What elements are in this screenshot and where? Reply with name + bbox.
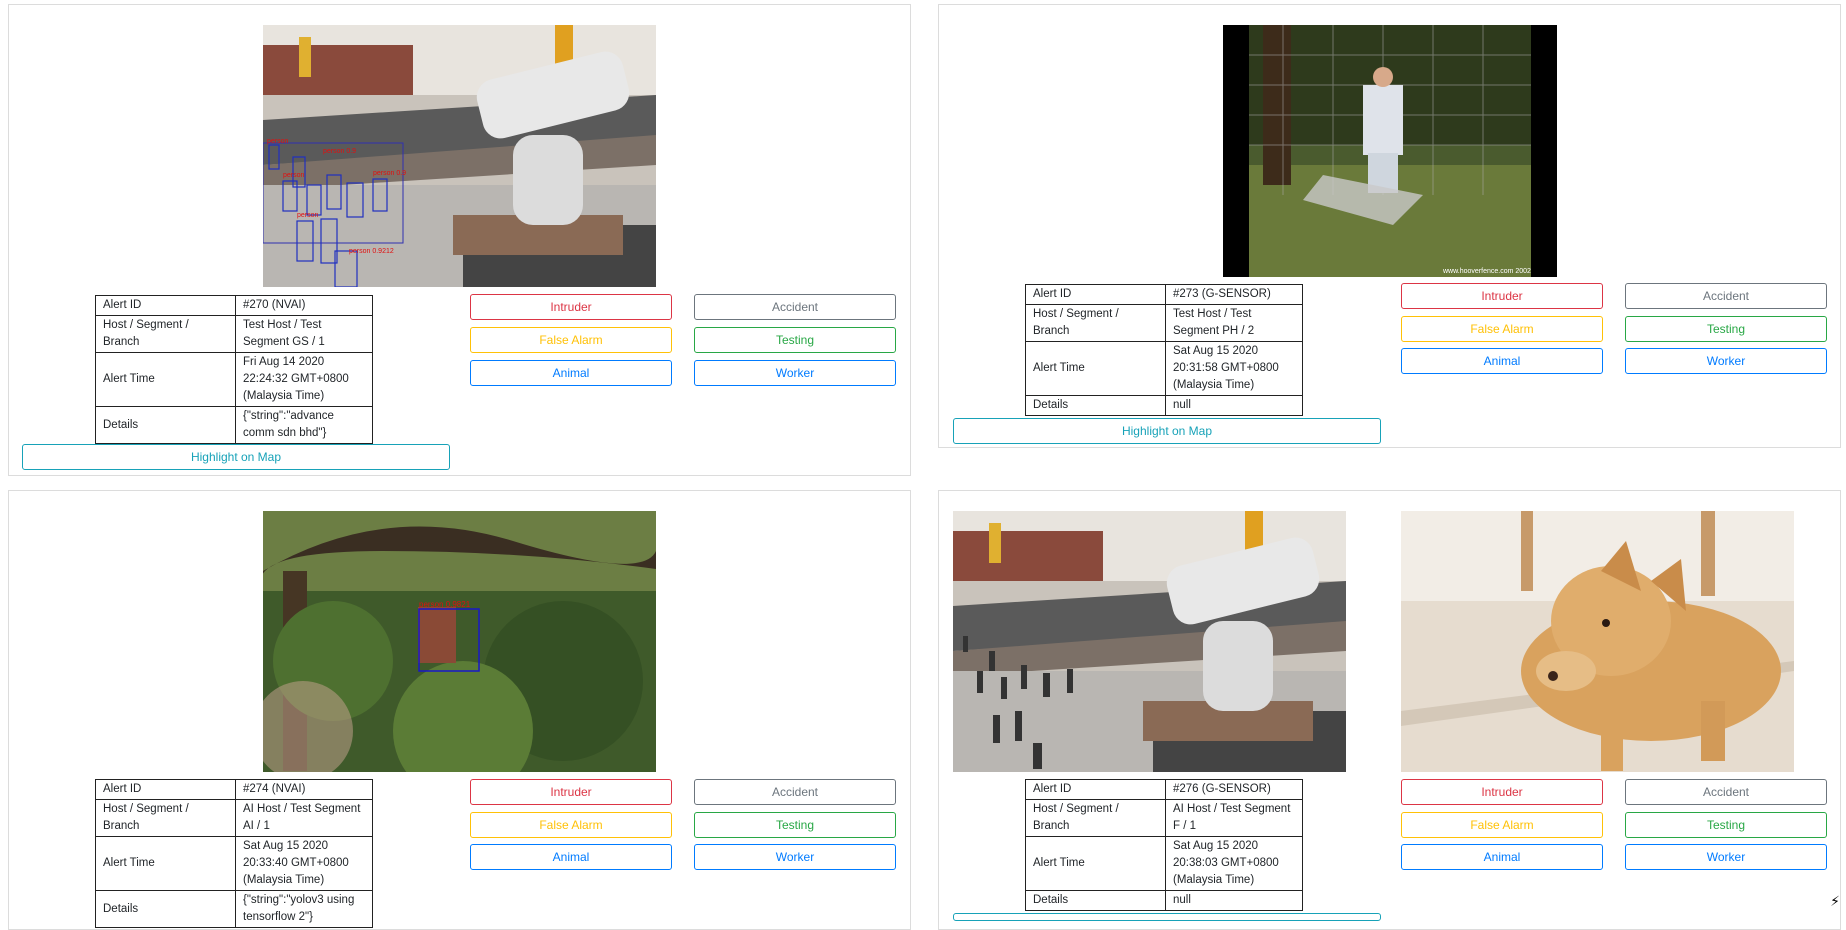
accident-button[interactable]: Accident xyxy=(694,779,896,805)
alert-card-274: person 0.9821 Alert ID #274 (NVAI) Host /… xyxy=(8,490,911,930)
alert-time-label: Alert Time xyxy=(1025,341,1166,396)
bolt-icon[interactable]: ⚡ xyxy=(1830,893,1840,910)
host-value: AI Host / Test Segment F / 1 xyxy=(1165,799,1303,837)
intruder-button[interactable]: Intruder xyxy=(1401,779,1603,805)
testing-button[interactable]: Testing xyxy=(1625,316,1827,342)
alert-time-value: Sat Aug 15 2020 20:31:58 GMT+0800 (Malay… xyxy=(1165,341,1303,396)
highlight-on-map-button[interactable]: Highlight on Map xyxy=(953,418,1381,444)
alert-image-cctv xyxy=(953,511,1346,772)
details-value: null xyxy=(1165,890,1303,911)
false-alarm-button[interactable]: False Alarm xyxy=(1401,316,1603,342)
alert-id-label: Alert ID xyxy=(1025,284,1166,305)
details-value: null xyxy=(1165,395,1303,416)
details-label: Details xyxy=(1025,890,1166,911)
alert-id-label: Alert ID xyxy=(1025,779,1166,800)
alert-time-label: Alert Time xyxy=(1025,836,1166,891)
details-value: {"string":"yolov3 using tensorflow 2"} xyxy=(235,890,373,928)
false-alarm-button[interactable]: False Alarm xyxy=(470,327,672,353)
svg-text:person 0.9: person 0.9 xyxy=(373,170,406,177)
false-alarm-button[interactable]: False Alarm xyxy=(1401,812,1603,838)
svg-text:person 0.9212: person 0.9212 xyxy=(349,248,394,255)
animal-button[interactable]: Animal xyxy=(1401,348,1603,374)
alert-id-label: Alert ID xyxy=(95,779,236,800)
svg-text:person 0.9821: person 0.9821 xyxy=(419,600,471,609)
svg-text:www.hooverfence.com 2002: www.hooverfence.com 2002 xyxy=(1442,268,1531,275)
svg-text:person: person xyxy=(283,172,305,179)
alert-time-value: Sat Aug 15 2020 20:38:03 GMT+0800 (Malay… xyxy=(1165,836,1303,891)
accident-button[interactable]: Accident xyxy=(1625,779,1827,805)
alert-id-label: Alert ID xyxy=(95,295,236,316)
alert-time-value: Sat Aug 15 2020 20:33:40 GMT+0800 (Malay… xyxy=(235,836,373,891)
host-value: Test Host / Test Segment PH / 2 xyxy=(1165,304,1303,342)
details-label: Details xyxy=(95,406,236,444)
alert-info-table: Alert ID #273 (G-SENSOR) Host / Segment /… xyxy=(1025,284,1303,416)
svg-text:person: person xyxy=(297,212,319,219)
alert-image-dog xyxy=(1401,511,1794,772)
details-label: Details xyxy=(1025,395,1166,416)
testing-button[interactable]: Testing xyxy=(1625,812,1827,838)
intruder-button[interactable]: Intruder xyxy=(470,779,672,805)
details-value: {"string":"advance comm sdn bhd"} xyxy=(235,406,373,444)
details-label: Details xyxy=(95,890,236,928)
animal-button[interactable]: Animal xyxy=(470,360,672,386)
alert-time-label: Alert Time xyxy=(95,836,236,891)
testing-button[interactable]: Testing xyxy=(694,812,896,838)
alert-card-276: Alert ID #276 (G-SENSOR) Host / Segment /… xyxy=(938,490,1841,930)
intruder-button[interactable]: Intruder xyxy=(470,294,672,320)
worker-button[interactable]: Worker xyxy=(694,844,896,870)
highlight-on-map-button[interactable]: Highlight on Map xyxy=(22,444,450,470)
worker-button[interactable]: Worker xyxy=(694,360,896,386)
alert-info-table: Alert ID #274 (NVAI) Host / Segment / Bra… xyxy=(95,779,373,928)
alert-card-270: person person 0.9 person person 0.9 person… xyxy=(8,4,911,476)
accident-button[interactable]: Accident xyxy=(694,294,896,320)
accident-button[interactable]: Accident xyxy=(1625,283,1827,309)
worker-button[interactable]: Worker xyxy=(1625,844,1827,870)
alert-id-value: #270 (NVAI) xyxy=(235,295,373,316)
host-value: AI Host / Test Segment AI / 1 xyxy=(235,799,373,837)
alert-info-table: Alert ID #270 (NVAI) Host / Segment / Bra… xyxy=(95,295,373,444)
animal-button[interactable]: Animal xyxy=(1401,844,1603,870)
alert-card-273: www.hooverfence.com 2002 Alert ID #273 (G… xyxy=(938,4,1841,448)
alert-image-fence: www.hooverfence.com 2002 xyxy=(1223,25,1557,277)
alert-image-cctv-detection: person person 0.9 person person 0.9 person… xyxy=(263,25,656,287)
animal-button[interactable]: Animal xyxy=(470,844,672,870)
svg-text:person: person xyxy=(267,138,289,145)
svg-text:person 0.9: person 0.9 xyxy=(323,148,356,155)
alert-id-value: #276 (G-SENSOR) xyxy=(1165,779,1303,800)
alert-time-label: Alert Time xyxy=(95,352,236,407)
host-value: Test Host / Test Segment GS / 1 xyxy=(235,315,373,353)
alert-image-jungle-detection: person 0.9821 xyxy=(263,511,656,772)
host-label: Host / Segment / Branch xyxy=(95,799,236,837)
alert-id-value: #274 (NVAI) xyxy=(235,779,373,800)
alert-id-value: #273 (G-SENSOR) xyxy=(1165,284,1303,305)
host-label: Host / Segment / Branch xyxy=(1025,799,1166,837)
host-label: Host / Segment / Branch xyxy=(95,315,236,353)
alert-info-table: Alert ID #276 (G-SENSOR) Host / Segment /… xyxy=(1025,779,1303,911)
alert-time-value: Fri Aug 14 2020 22:24:32 GMT+0800 (Malay… xyxy=(235,352,373,407)
false-alarm-button[interactable]: False Alarm xyxy=(470,812,672,838)
worker-button[interactable]: Worker xyxy=(1625,348,1827,374)
intruder-button[interactable]: Intruder xyxy=(1401,283,1603,309)
host-label: Host / Segment / Branch xyxy=(1025,304,1166,342)
testing-button[interactable]: Testing xyxy=(694,327,896,353)
